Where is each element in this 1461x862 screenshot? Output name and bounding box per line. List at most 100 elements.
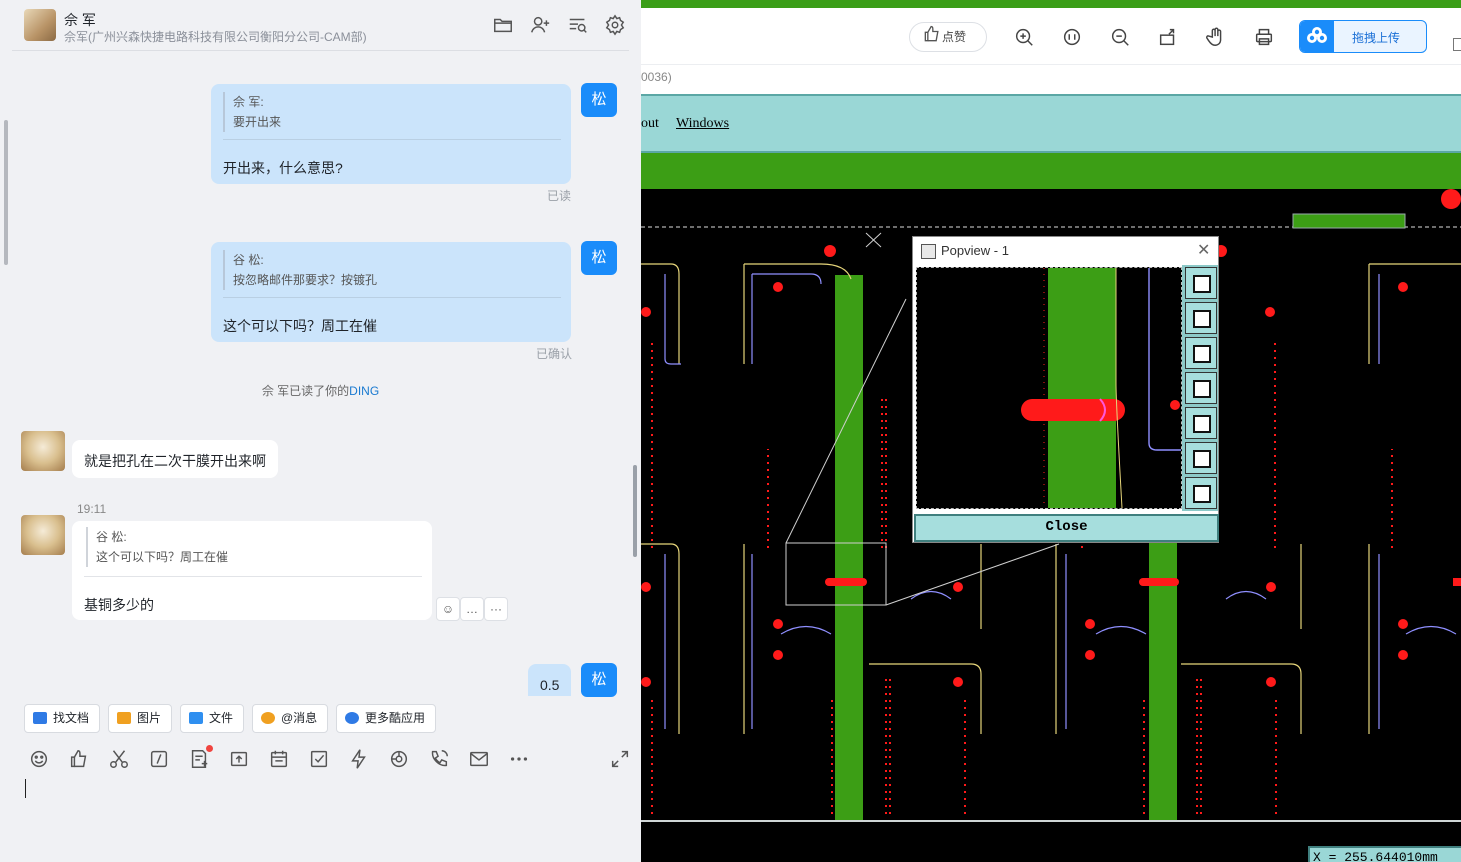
find-docs-icon <box>33 712 47 724</box>
reply-button[interactable]: … <box>460 597 484 621</box>
message-bubble-sent[interactable]: 谷 松: 按忽略邮件那要求？按镀孔 这个可以下吗？周工在催 <box>211 242 571 342</box>
scissors-icon[interactable] <box>108 748 130 770</box>
window-icon <box>921 244 936 259</box>
popview-close-button[interactable]: Close <box>914 514 1219 542</box>
fit-icon[interactable] <box>1061 26 1083 48</box>
mention-button[interactable]: @消息 <box>252 704 329 733</box>
my-avatar[interactable]: 松 <box>581 241 617 275</box>
quote-text: 这个可以下吗？周工在催 <box>96 550 229 564</box>
search-messages-icon[interactable] <box>567 14 589 36</box>
read-status[interactable]: 已读 <box>547 187 571 204</box>
left-scrollbar[interactable] <box>4 120 8 265</box>
voice-call-icon[interactable] <box>428 748 450 770</box>
zoom-out-icon <box>1193 485 1211 503</box>
window-icon[interactable] <box>1453 38 1461 51</box>
quote-author: 谷 松: <box>233 253 264 267</box>
my-avatar[interactable]: 松 <box>581 83 617 117</box>
task-check-icon[interactable] <box>308 748 330 770</box>
confirm-status[interactable]: 已确认 <box>536 345 572 362</box>
drag-upload-button[interactable]: 拖拽上传 <box>1299 20 1427 53</box>
close-icon[interactable]: ✕ <box>1197 240 1210 260</box>
arrow-up-icon <box>1193 310 1211 328</box>
menu-about[interactable]: out <box>641 116 659 132</box>
ding-link[interactable]: DING <box>349 384 379 398</box>
notification-dot <box>206 745 213 752</box>
contact-avatar[interactable] <box>21 431 65 471</box>
contact-avatar[interactable] <box>24 9 56 41</box>
quote-divider <box>84 576 422 577</box>
quote-divider <box>223 297 561 298</box>
add-member-icon[interactable] <box>529 14 551 36</box>
like-button[interactable]: 点赞 <box>909 22 987 52</box>
zoom-out-icon[interactable] <box>1109 26 1131 48</box>
composer-toolbar <box>24 748 629 774</box>
system-notice-text: 佘 军已读了你的 <box>261 384 350 398</box>
messages-scrollbar[interactable] <box>633 465 637 557</box>
file-button[interactable]: 文件 <box>180 704 245 733</box>
slash-command-icon[interactable] <box>148 748 170 770</box>
mail-icon[interactable] <box>468 748 490 770</box>
message-bubble-sent[interactable]: 佘 军: 要开出来 开出来，什么意思? <box>211 84 571 184</box>
message-text: 0.5 <box>540 677 560 693</box>
message-input[interactable] <box>12 776 629 862</box>
thumbs-up-icon[interactable] <box>68 748 90 770</box>
image-button[interactable]: 图片 <box>108 704 173 733</box>
quoted-message: 佘 军: 要开出来 <box>223 92 281 132</box>
apps-icon <box>345 712 359 724</box>
quote-author: 佘 军: <box>233 95 264 109</box>
fit-window-button[interactable] <box>1185 267 1217 299</box>
message-bubble-received[interactable]: 就是把孔在二次干膜开出来啊 <box>72 440 278 478</box>
popview-titlebar[interactable]: Popview - 1 ✕ <box>913 237 1218 264</box>
zoom-out-button[interactable] <box>1185 477 1217 509</box>
lightning-icon[interactable] <box>348 748 370 770</box>
arrow-left-icon <box>1193 380 1211 398</box>
system-notice: 佘 军已读了你的DING <box>0 382 641 399</box>
pan-up-button[interactable] <box>1185 302 1217 334</box>
emoji-reaction-button[interactable]: ☺ <box>436 597 460 621</box>
pan-left-button[interactable] <box>1185 372 1217 404</box>
file-info-text: 0036) <box>641 70 672 84</box>
folder-icon[interactable] <box>492 14 514 36</box>
zoom-in-button[interactable] <box>1185 442 1217 474</box>
quote-text: 要开出来 <box>233 115 282 129</box>
pan-down-button[interactable] <box>1185 337 1217 369</box>
zoom-in-icon <box>1193 450 1211 468</box>
menu-windows[interactable]: Windows <box>676 116 729 132</box>
chat-panel: 佘 军 佘军(广州兴森快捷电路科技有限公司衡阳分公司-CAM部) 佘 军: 要开… <box>0 0 641 862</box>
popview-tool-column <box>1182 265 1218 511</box>
more-icon[interactable] <box>508 748 530 770</box>
quote-author: 谷 松: <box>96 530 127 544</box>
quote-text: 按忽略邮件那要求？按镀孔 <box>233 273 378 287</box>
sticker-icon[interactable] <box>388 748 410 770</box>
cam-menubar: out Windows <box>641 94 1461 153</box>
cloud-icon <box>1300 21 1334 52</box>
contact-org: 佘军(广州兴森快捷电路科技有限公司衡阳分公司-CAM部) <box>64 30 367 44</box>
message-bubble-received[interactable]: 谷 松: 这个可以下吗？周工在催 基铜多少的 <box>72 521 432 620</box>
my-avatar[interactable]: 松 <box>581 663 617 697</box>
quote-divider <box>223 139 561 140</box>
popview-window[interactable]: Popview - 1 ✕ Close <box>912 236 1219 543</box>
message-bubble-sent[interactable]: 0.5 <box>528 664 571 696</box>
find-docs-button[interactable]: 找文档 <box>24 704 101 733</box>
calendar-icon[interactable] <box>268 748 290 770</box>
pan-right-button[interactable] <box>1185 407 1217 439</box>
quoted-message: 谷 松: 按忽略邮件那要求？按镀孔 <box>223 250 377 290</box>
text-cursor <box>25 779 26 798</box>
more-actions-button[interactable]: ··· <box>484 597 508 621</box>
more-apps-button[interactable]: 更多酷应用 <box>336 704 437 733</box>
upload-icon[interactable] <box>228 748 250 770</box>
gear-icon[interactable] <box>604 14 626 36</box>
cam-screenshot[interactable]: out Windows Popview - 1 ✕ Close X = 255.… <box>641 94 1461 862</box>
popview-canvas[interactable] <box>916 267 1182 509</box>
rotate-icon[interactable] <box>1157 26 1179 48</box>
print-icon[interactable] <box>1253 26 1275 48</box>
message-text: 开出来，什么意思? <box>223 160 343 176</box>
expand-icon[interactable] <box>609 748 631 770</box>
emoji-icon[interactable] <box>28 748 50 770</box>
contact-avatar[interactable] <box>21 515 65 555</box>
message-text: 基铜多少的 <box>84 597 154 613</box>
image-icon <box>117 712 131 724</box>
hand-icon[interactable] <box>1205 26 1227 48</box>
zoom-in-icon[interactable] <box>1013 26 1035 48</box>
viewer-toolbar: 点赞 拖拽上传 <box>641 8 1461 65</box>
